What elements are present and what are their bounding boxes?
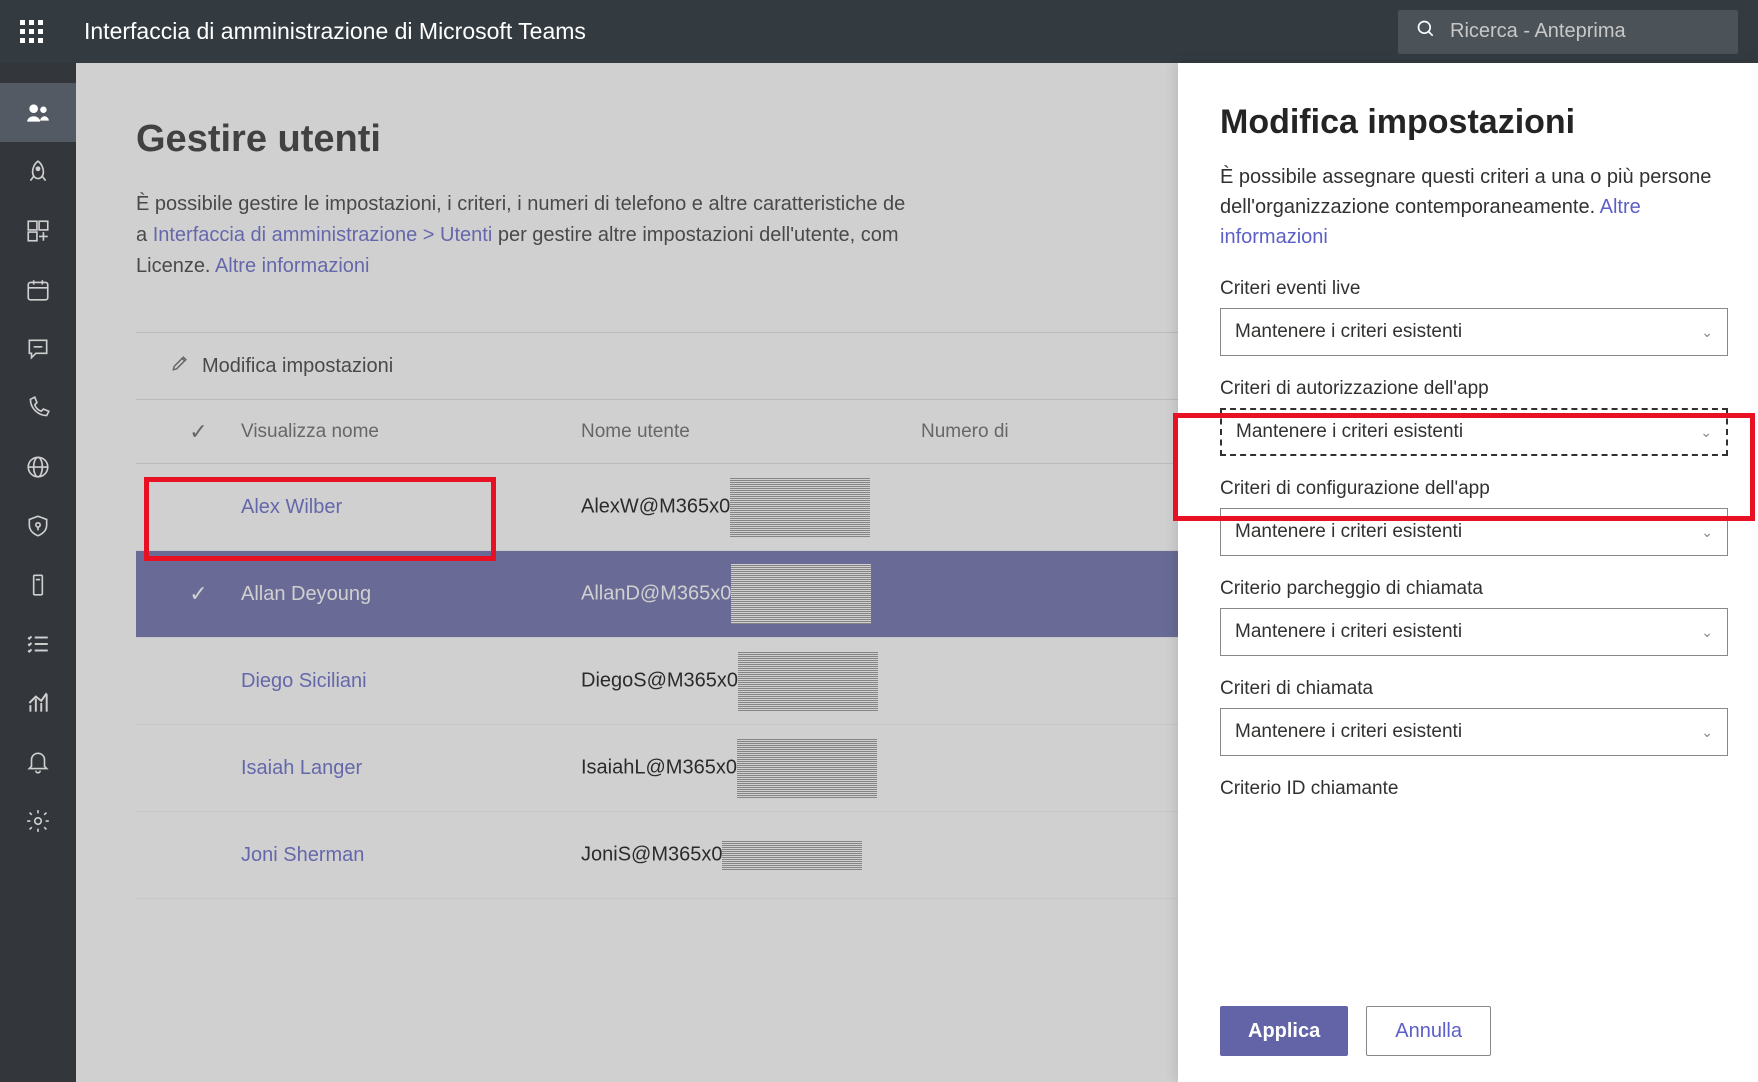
user-link[interactable]: Isaiah Langer bbox=[241, 757, 581, 780]
redacted-text bbox=[722, 840, 862, 870]
redacted-text bbox=[731, 564, 871, 624]
nav-phone-icon[interactable] bbox=[0, 378, 76, 437]
edit-settings-button[interactable]: Modifica impostazioni bbox=[156, 343, 407, 389]
app-launcher-icon[interactable] bbox=[20, 20, 44, 44]
field-app-permission: Criteri di autorizzazione dell'app Mante… bbox=[1220, 378, 1728, 456]
user-link[interactable]: Joni Sherman bbox=[241, 844, 581, 867]
nav-shield-icon[interactable] bbox=[0, 496, 76, 555]
nav-bell-icon[interactable] bbox=[0, 732, 76, 791]
search-placeholder: Ricerca - Anteprima bbox=[1450, 20, 1626, 43]
dropdown-live-events[interactable]: Mantenere i criteri esistenti ⌄ bbox=[1220, 308, 1728, 356]
edit-settings-panel: Modifica impostazioni È possibile assegn… bbox=[1178, 63, 1758, 1082]
panel-title: Modifica impostazioni bbox=[1220, 103, 1728, 142]
dropdown-calling[interactable]: Mantenere i criteri esistenti ⌄ bbox=[1220, 708, 1728, 756]
column-username[interactable]: Nome utente bbox=[581, 421, 921, 443]
nav-chat-icon[interactable] bbox=[0, 319, 76, 378]
user-link[interactable]: Diego Siciliani bbox=[241, 670, 581, 693]
select-all-checkbox[interactable]: ✓ bbox=[156, 419, 241, 445]
nav-list-icon[interactable] bbox=[0, 614, 76, 673]
field-calling: Criteri di chiamata Mantenere i criteri … bbox=[1220, 678, 1728, 756]
nav-globe-icon[interactable] bbox=[0, 437, 76, 496]
app-title: Interfaccia di amministrazione di Micros… bbox=[84, 18, 586, 45]
top-header: Interfaccia di amministrazione di Micros… bbox=[0, 0, 1758, 63]
nav-rocket-icon[interactable] bbox=[0, 142, 76, 201]
search-input[interactable]: Ricerca - Anteprima bbox=[1398, 10, 1738, 54]
page-description: È possibile gestire le impostazioni, i c… bbox=[136, 189, 1136, 282]
search-icon bbox=[1416, 19, 1436, 45]
field-app-setup: Criteri di configurazione dell'app Mante… bbox=[1220, 478, 1728, 556]
chevron-down-icon: ⌄ bbox=[1701, 524, 1713, 541]
redacted-text bbox=[738, 651, 878, 711]
panel-actions: Applica Annulla bbox=[1220, 1006, 1491, 1056]
dropdown-call-park[interactable]: Mantenere i criteri esistenti ⌄ bbox=[1220, 608, 1728, 656]
left-nav-rail bbox=[0, 63, 76, 1082]
more-info-link[interactable]: Altre informazioni bbox=[215, 255, 370, 277]
breadcrumb-link[interactable]: Interfaccia di amministrazione > Utenti bbox=[153, 224, 493, 246]
nav-analytics-icon[interactable] bbox=[0, 673, 76, 732]
dropdown-app-permission[interactable]: Mantenere i criteri esistenti ⌄ bbox=[1220, 408, 1728, 456]
column-display-name[interactable]: Visualizza nome bbox=[241, 421, 581, 443]
column-phone[interactable]: Numero di bbox=[921, 421, 1121, 443]
nav-calendar-icon[interactable] bbox=[0, 260, 76, 319]
nav-users-icon[interactable] bbox=[0, 83, 76, 142]
user-link[interactable]: Alex Wilber bbox=[241, 496, 581, 519]
field-caller-id: Criterio ID chiamante bbox=[1220, 778, 1728, 800]
redacted-text bbox=[730, 477, 870, 537]
nav-apps-icon[interactable] bbox=[0, 201, 76, 260]
pencil-icon bbox=[170, 353, 190, 379]
user-link[interactable]: Allan Deyoung bbox=[241, 583, 581, 606]
panel-description: È possibile assegnare questi criteri a u… bbox=[1220, 162, 1728, 252]
chevron-down-icon: ⌄ bbox=[1701, 624, 1713, 641]
checkmark-icon: ✓ bbox=[189, 581, 207, 607]
field-live-events: Criteri eventi live Mantenere i criteri … bbox=[1220, 278, 1728, 356]
chevron-down-icon: ⌄ bbox=[1700, 424, 1712, 441]
edit-settings-label: Modifica impostazioni bbox=[202, 355, 393, 378]
cancel-button[interactable]: Annulla bbox=[1366, 1006, 1491, 1056]
apply-button[interactable]: Applica bbox=[1220, 1006, 1348, 1056]
redacted-text bbox=[737, 738, 877, 798]
dropdown-app-setup[interactable]: Mantenere i criteri esistenti ⌄ bbox=[1220, 508, 1728, 556]
chevron-down-icon: ⌄ bbox=[1701, 324, 1713, 341]
nav-settings-icon[interactable] bbox=[0, 791, 76, 850]
field-call-park: Criterio parcheggio di chiamata Mantener… bbox=[1220, 578, 1728, 656]
nav-pen-icon[interactable] bbox=[0, 555, 76, 614]
chevron-down-icon: ⌄ bbox=[1701, 724, 1713, 741]
